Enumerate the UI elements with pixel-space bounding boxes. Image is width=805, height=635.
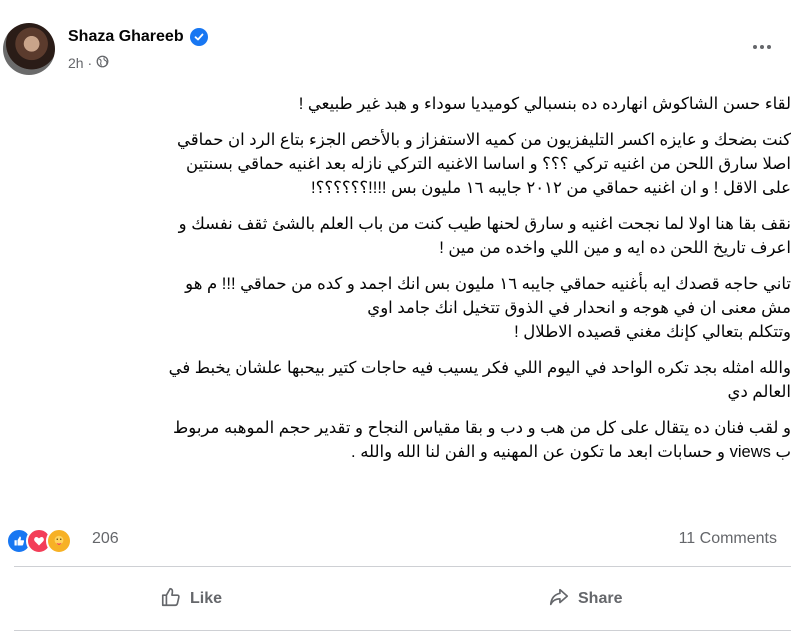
- post-paragraph: و لقب فنان ده يتقال على كل من هب و دب و …: [8, 416, 791, 464]
- author-name[interactable]: Shaza Ghareeb: [68, 28, 208, 46]
- reaction-icons[interactable]: [6, 528, 72, 554]
- post-meta: 2h ·: [68, 55, 109, 71]
- post-text-line: و لقب فنان ده يتقال على كل من هب و دب و …: [173, 419, 791, 437]
- reaction-count[interactable]: 206: [92, 530, 119, 548]
- post-header: Shaza Ghareeb 2h ·: [0, 0, 805, 90]
- reactions-bar: 206 11 Comments: [0, 524, 805, 556]
- post-text-line: مش معنى ان في هوجه و انحدار في الذوق تتخ…: [367, 299, 791, 317]
- care-reaction-icon: [46, 528, 72, 554]
- post-paragraph: والله امثله بجد تكره الواحد في اليوم الل…: [8, 356, 791, 404]
- bottom-divider: [14, 630, 791, 631]
- divider: [14, 566, 791, 567]
- share-label: Share: [578, 590, 623, 607]
- post-text-line: اصلا سارق اللحن من اغنيه تركي ؟؟؟ و اساس…: [186, 155, 791, 173]
- share-arrow-icon: [548, 586, 570, 613]
- post-text-line: كنت بضحك و عايزه اكسر التليفزيون من كميه…: [177, 131, 791, 149]
- post-text-line: وتتكلم بتعالي كإنك مغني قصيده الاطلال !: [514, 323, 791, 341]
- post-text-line: لقاء حسن الشاكوش انهارده ده بنسبالي كومي…: [298, 95, 791, 113]
- post-body: لقاء حسن الشاكوش انهارده ده بنسبالي كومي…: [8, 92, 791, 476]
- like-button[interactable]: Like: [160, 583, 222, 615]
- post-text-line: ب views و حسابات ابعد ما تكون عن المهنيه…: [351, 443, 791, 461]
- globe-icon: [96, 55, 109, 71]
- more-options-icon[interactable]: [747, 37, 777, 57]
- post-paragraph: نقف بقا هنا اولا لما نجحت اغنيه و سارق ل…: [8, 212, 791, 260]
- post-text-line: على الاقل ! و ان اغنيه حماقي من ٢٠١٢ جاي…: [311, 179, 791, 197]
- share-button[interactable]: Share: [548, 583, 622, 615]
- post-time[interactable]: 2h ·: [68, 55, 92, 71]
- post-text-line: تاني حاجه قصدك ايه بأغنيه حماقي جايبه ١٦…: [185, 275, 791, 293]
- post-paragraph: كنت بضحك و عايزه اكسر التليفزيون من كميه…: [8, 128, 791, 200]
- verified-badge-icon: [189, 28, 208, 46]
- like-label: Like: [190, 590, 223, 607]
- author-name-text[interactable]: Shaza Ghareeb: [68, 28, 184, 46]
- post-paragraph: لقاء حسن الشاكوش انهارده ده بنسبالي كومي…: [8, 92, 791, 116]
- comments-count[interactable]: 11 Comments: [679, 530, 777, 548]
- post-text-line: نقف بقا هنا اولا لما نجحت اغنيه و سارق ل…: [178, 215, 791, 233]
- post-text-line: اعرف تاريخ اللحن ده ايه و مين اللي واخده…: [439, 239, 791, 257]
- post-paragraph: تاني حاجه قصدك ايه بأغنيه حماقي جايبه ١٦…: [8, 272, 791, 344]
- avatar[interactable]: [3, 23, 55, 75]
- post-text-line: والله امثله بجد تكره الواحد في اليوم الل…: [168, 359, 791, 377]
- post-text-line: العالم دي: [727, 383, 791, 401]
- thumbs-up-icon: [160, 586, 182, 613]
